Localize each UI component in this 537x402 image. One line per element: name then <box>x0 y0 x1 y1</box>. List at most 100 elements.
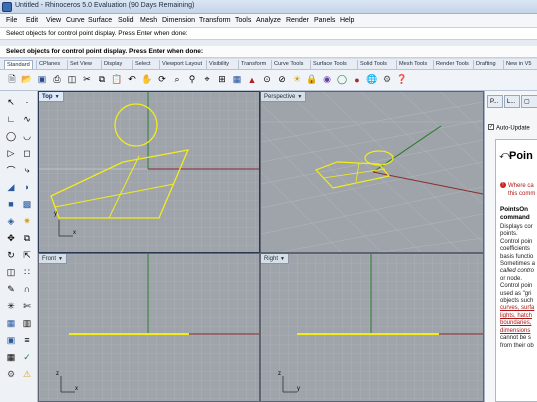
chevron-down-icon[interactable]: ▼ <box>280 254 285 264</box>
mirror-icon[interactable]: ◫ <box>4 265 18 279</box>
mesh-icon[interactable]: ▩ <box>20 197 34 211</box>
menu-render[interactable]: Render <box>286 17 309 24</box>
chevron-down-icon[interactable]: ▼ <box>297 92 302 102</box>
chevron-down-icon[interactable]: ▼ <box>58 254 63 264</box>
viewport-top[interactable]: Top ▼ y x <box>38 91 260 253</box>
viewport-perspective-label[interactable]: Perspective ▼ <box>261 92 307 102</box>
extrude-icon[interactable]: ◗ <box>20 180 34 194</box>
dimension-icon[interactable]: ▣ <box>4 333 18 347</box>
viewport-front-label[interactable]: Front ▼ <box>39 254 67 264</box>
panel-tab-layers[interactable]: L... <box>504 95 520 108</box>
auto-update-checkbox[interactable]: ✓ Auto-Update <box>488 124 530 132</box>
tab-transform[interactable]: Transform <box>238 60 268 69</box>
array-icon[interactable]: ∷ <box>20 265 34 279</box>
menu-curve[interactable]: Curve <box>66 17 85 24</box>
help-link[interactable]: lights, hatch <box>500 313 535 320</box>
settings-icon[interactable]: ⚙ <box>381 73 393 86</box>
rotate-tool-icon[interactable]: ↻ <box>4 248 18 262</box>
rotate-icon[interactable]: ⟳ <box>156 73 168 86</box>
pan-icon[interactable]: ✋ <box>141 73 153 86</box>
analyze-icon[interactable]: ⚙ <box>4 367 18 381</box>
tab-drafting[interactable]: Drafting <box>473 60 498 69</box>
undo-icon[interactable]: ↶ <box>126 73 138 86</box>
trim-icon[interactable]: ✄ <box>20 299 34 313</box>
material-icon[interactable]: ◯ <box>336 73 348 86</box>
print-icon[interactable]: ⎙ <box>51 73 63 86</box>
tab-curve-tools[interactable]: Curve Tools <box>271 60 305 69</box>
tab-render-tools[interactable]: Render Tools <box>433 60 471 69</box>
menu-help[interactable]: Help <box>340 17 354 24</box>
menu-dimension[interactable]: Dimension <box>162 17 195 24</box>
command-prompt[interactable]: Select objects for control point display… <box>0 46 537 58</box>
fillet-icon[interactable]: ⌒ <box>4 163 18 177</box>
render-tool-icon[interactable]: ⚠ <box>20 367 34 381</box>
lock-icon[interactable]: 🔒 <box>306 73 318 86</box>
move-icon[interactable]: ✥ <box>4 231 18 245</box>
menu-edit[interactable]: Edit <box>26 17 38 24</box>
group-icon[interactable]: ▦ <box>4 316 18 330</box>
point-off-icon[interactable]: ⊘ <box>276 73 288 86</box>
viewport-perspective[interactable]: Perspective ▼ <box>260 91 484 253</box>
paste-icon[interactable]: 📋 <box>111 73 123 86</box>
display-icon[interactable]: ☀ <box>291 73 303 86</box>
scale-icon[interactable]: ⇱ <box>20 248 34 262</box>
panel-tab-more[interactable]: ▢ <box>521 95 537 108</box>
zoom-selected-icon[interactable]: ⌖ <box>201 73 213 86</box>
new-icon[interactable]: 🗎 <box>6 73 18 86</box>
curve-icon[interactable]: ∿ <box>20 112 34 126</box>
help-link[interactable]: dimensions <box>500 328 535 335</box>
box-icon[interactable]: ■ <box>4 197 18 211</box>
polyline-icon[interactable]: ∟ <box>4 112 18 126</box>
arc-icon[interactable]: ◡ <box>20 129 34 143</box>
zoom-window-icon[interactable]: ⌕ <box>171 73 183 86</box>
explode-icon[interactable]: ✳ <box>4 299 18 313</box>
menu-mesh[interactable]: Mesh <box>140 17 157 24</box>
copy-tool-icon[interactable]: ⧉ <box>20 231 34 245</box>
viewport-top-label[interactable]: Top ▼ <box>39 92 64 102</box>
join-icon[interactable]: ∩ <box>20 282 34 296</box>
grid-icon[interactable]: ▦ <box>4 350 18 364</box>
viewport-right-label[interactable]: Right ▼ <box>261 254 289 264</box>
menu-view[interactable]: View <box>46 17 61 24</box>
zoom-extents-icon[interactable]: ⚲ <box>186 73 198 86</box>
offset-icon[interactable]: ⤷ <box>20 163 34 177</box>
viewport-front[interactable]: Front ▼ z x <box>38 253 260 402</box>
tab-cplanes[interactable]: CPlanes <box>36 60 62 69</box>
rectangle-icon[interactable]: ▷ <box>4 146 18 160</box>
globe-icon[interactable]: 🌐 <box>366 73 378 86</box>
cut-icon[interactable]: ✂ <box>81 73 93 86</box>
tab-viewport-layout[interactable]: Viewport Layout <box>159 60 204 69</box>
menu-analyze[interactable]: Analyze <box>256 17 281 24</box>
tab-select[interactable]: Select <box>132 60 153 69</box>
ungroup-icon[interactable]: ▥ <box>20 316 34 330</box>
help-icon[interactable]: ❓ <box>396 73 408 86</box>
help-link[interactable]: curves, surfa <box>500 305 535 312</box>
polygon-icon[interactable]: ◻ <box>20 146 34 160</box>
tab-display[interactable]: Display <box>101 60 124 69</box>
menu-surface[interactable]: Surface <box>88 17 112 24</box>
help-link[interactable]: boundaries, <box>500 320 535 327</box>
boolean-icon[interactable]: ◈ <box>4 214 18 228</box>
tab-set-view[interactable]: Set View <box>67 60 94 69</box>
tab-mesh-tools[interactable]: Mesh Tools <box>396 60 429 69</box>
render-icon[interactable]: ◉ <box>321 73 333 86</box>
surface-icon[interactable]: ◢ <box>4 180 18 194</box>
car-icon[interactable]: ▲ <box>246 73 258 86</box>
menu-tools[interactable]: Tools <box>235 17 251 24</box>
layer-icon[interactable]: ▦ <box>231 73 243 86</box>
four-viewports-icon[interactable]: ⊞ <box>216 73 228 86</box>
save-icon[interactable]: ▣ <box>36 73 48 86</box>
tab-standard[interactable]: Standard <box>4 60 33 69</box>
menu-file[interactable]: File <box>6 17 17 24</box>
tab-visibility[interactable]: Visibility <box>206 60 231 69</box>
panel-tab-properties[interactable]: P... <box>487 95 503 108</box>
tab-new-in-v5[interactable]: New in V5 <box>503 60 534 69</box>
properties-icon[interactable]: ◫ <box>66 73 78 86</box>
text-icon[interactable]: ≡ <box>20 333 34 347</box>
point-on-icon[interactable]: ⊙ <box>261 73 273 86</box>
check-icon[interactable]: ✓ <box>20 350 34 364</box>
menu-solid[interactable]: Solid <box>118 17 134 24</box>
tab-solid-tools[interactable]: Solid Tools <box>357 60 389 69</box>
select-arrow-icon[interactable]: ↖ <box>4 95 18 109</box>
circle-icon[interactable]: ◯ <box>4 129 18 143</box>
